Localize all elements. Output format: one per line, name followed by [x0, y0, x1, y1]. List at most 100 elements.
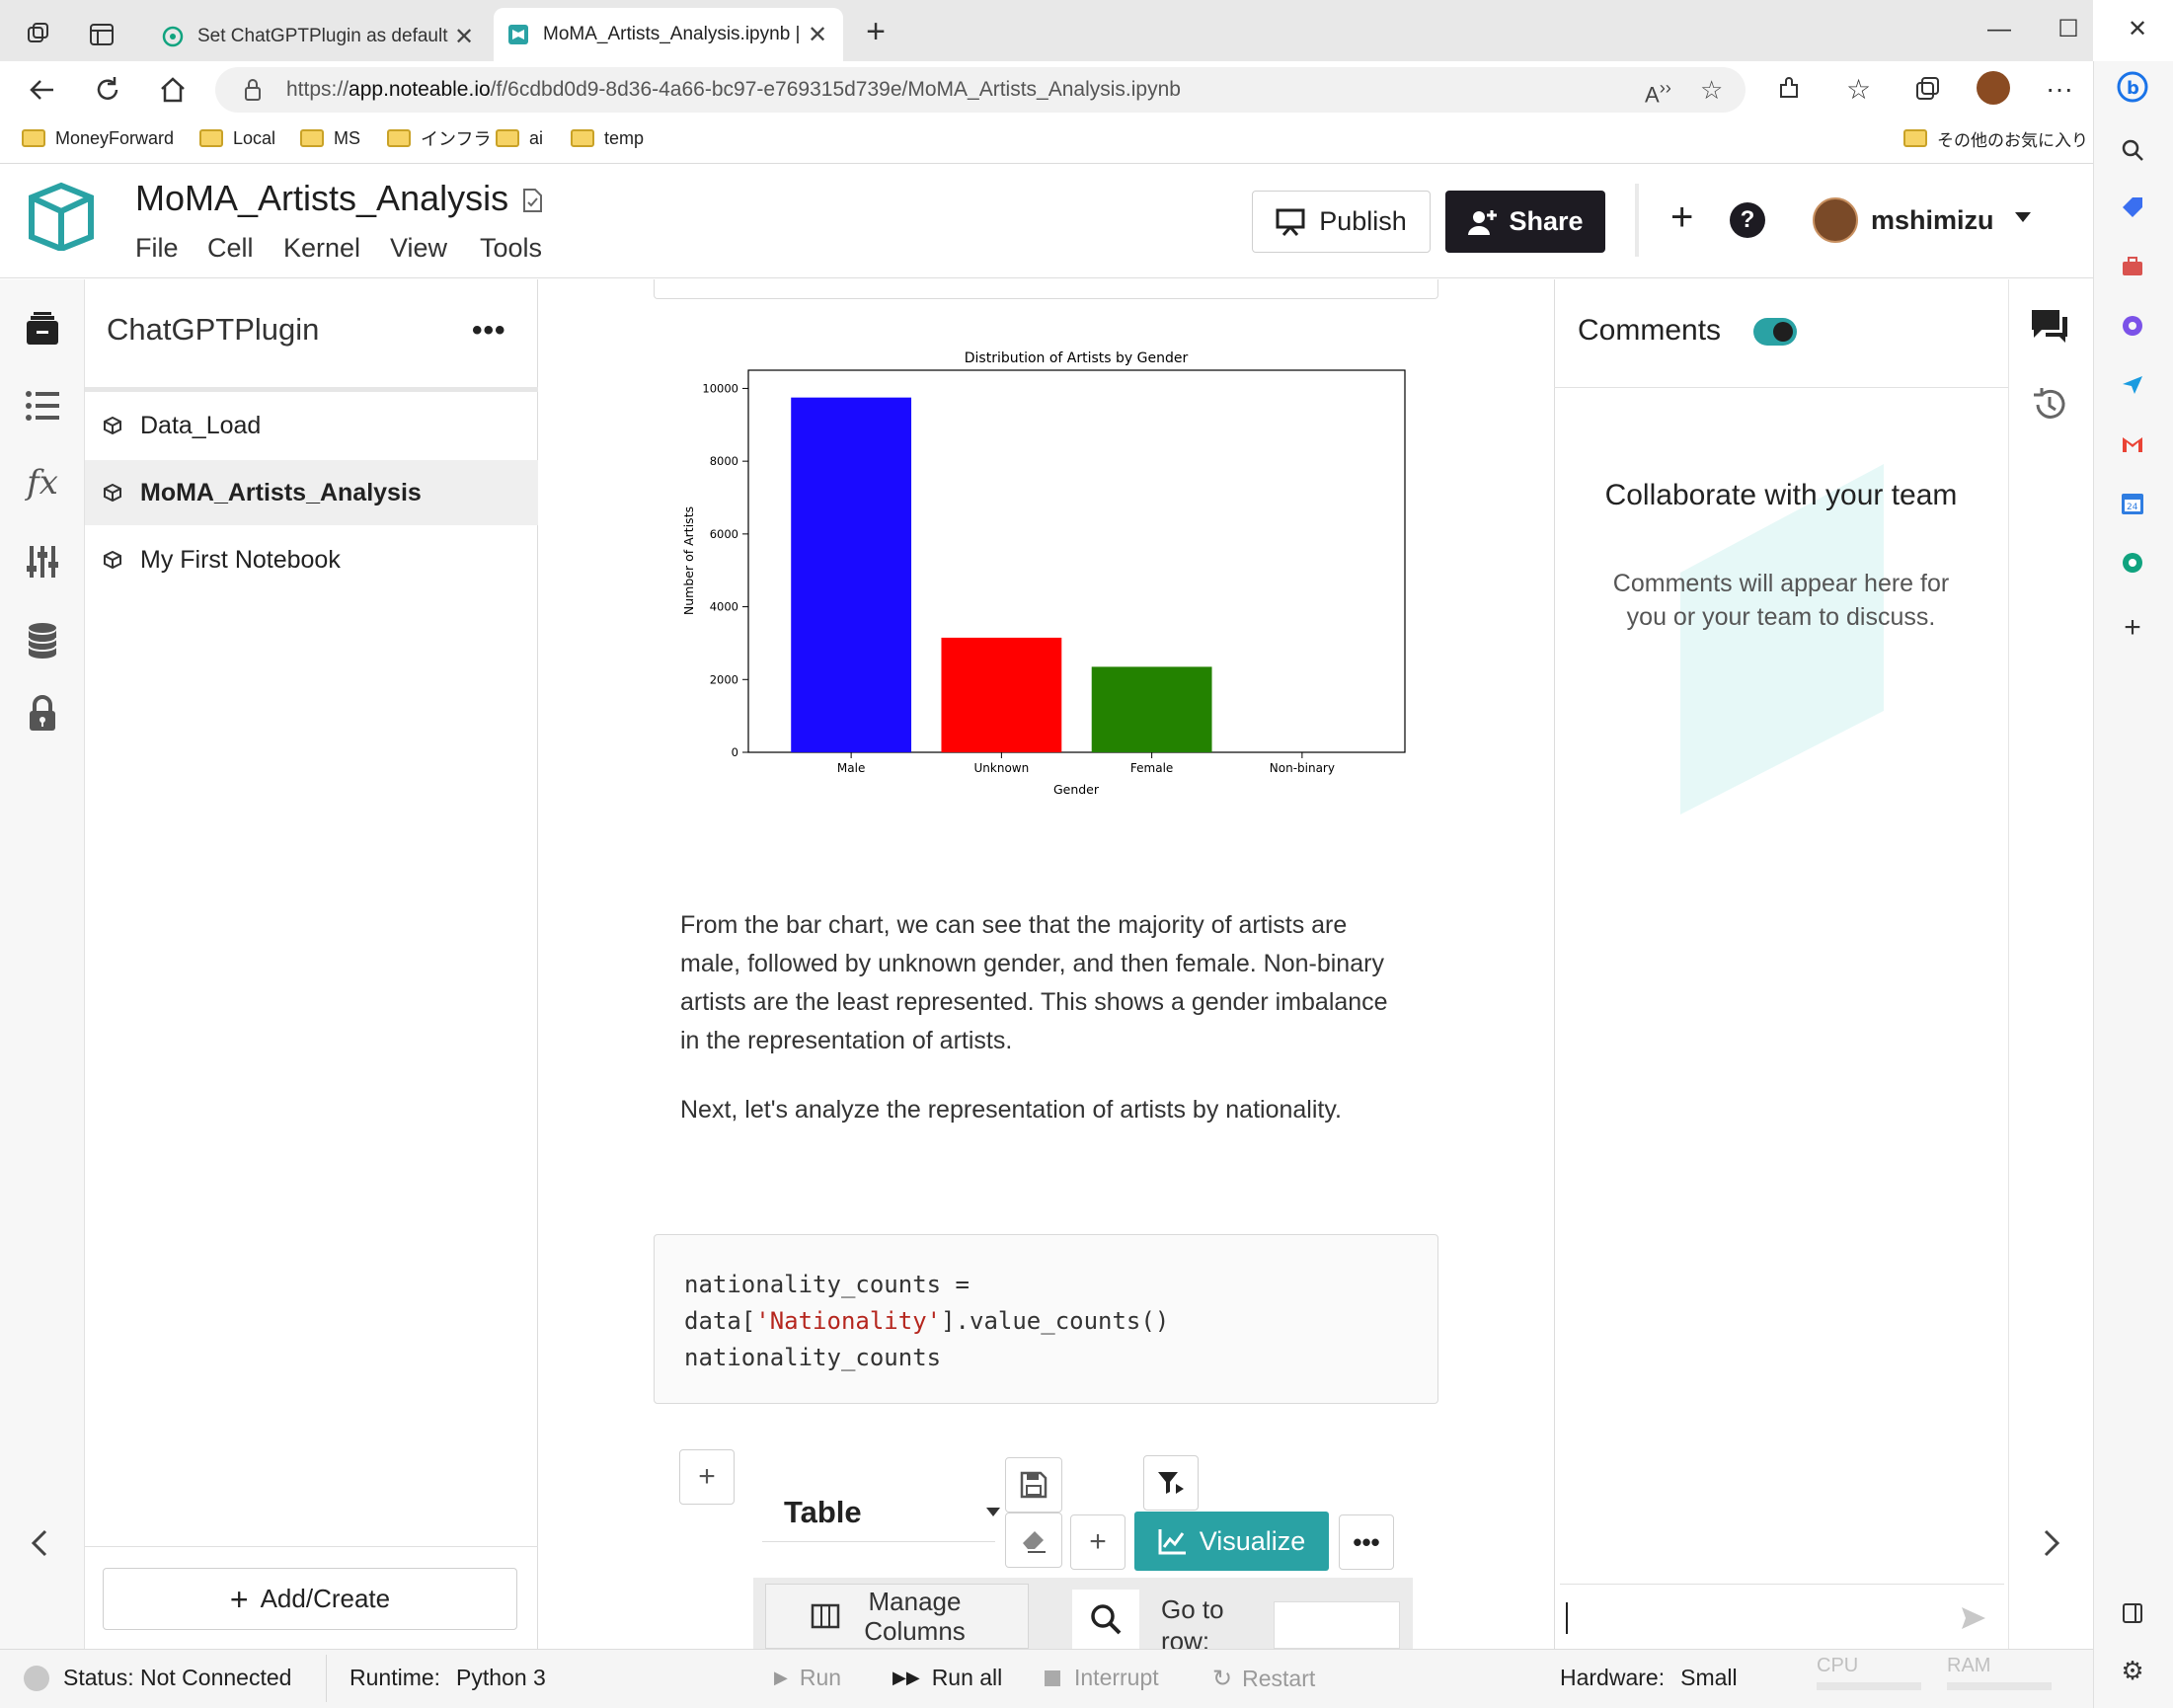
add-column-button[interactable]: + [1070, 1514, 1125, 1570]
comments-toggle[interactable] [1753, 318, 1797, 346]
other-favorites[interactable]: その他のお気に入り [1903, 122, 2088, 154]
tools-icon[interactable] [2113, 247, 2152, 286]
visualize-button[interactable]: Visualize [1134, 1512, 1329, 1571]
noteable-logo[interactable] [26, 182, 97, 251]
close-icon[interactable]: ✕ [806, 21, 829, 49]
bookmark-folder[interactable]: Local [199, 122, 275, 154]
output-mode-select[interactable]: Table [762, 1483, 1000, 1542]
add-icon[interactable]: + [2113, 608, 2152, 648]
browser-tab-chatgpt[interactable]: Set ChatGPTPlugin as default ✕ [148, 12, 490, 61]
menu-cell[interactable]: Cell [207, 233, 254, 264]
save-icon[interactable] [1005, 1457, 1062, 1513]
manage-columns-button[interactable]: Manage Columns [765, 1584, 1029, 1649]
sidebar-item-data-load[interactable]: Data_Load [85, 393, 538, 458]
eraser-icon[interactable] [1005, 1513, 1062, 1568]
window-close-icon[interactable]: ✕ [2113, 10, 2162, 49]
username[interactable]: mshimizu [1871, 205, 1994, 236]
menu-tools[interactable]: Tools [480, 233, 542, 264]
comment-input[interactable] [1560, 1584, 2004, 1649]
gmail-icon[interactable] [2113, 425, 2152, 464]
run-button[interactable]: ▶ Run [774, 1665, 841, 1691]
restart-button[interactable]: ↻ Restart [1212, 1665, 1315, 1693]
go-to-row-input[interactable] [1274, 1601, 1400, 1649]
menu-file[interactable]: File [135, 233, 179, 264]
bing-chat-icon[interactable]: b [2113, 67, 2152, 107]
filter-icon[interactable] [1143, 1455, 1199, 1511]
chatgpt-icon[interactable] [2113, 543, 2152, 582]
run-all-button[interactable]: ▶▶ Run all [892, 1665, 1002, 1691]
sidebar-item-moma-artists-analysis[interactable]: MoMA_Artists_Analysis [85, 460, 538, 525]
bookmark-folder[interactable]: MS [300, 122, 360, 154]
hardware-info[interactable]: Hardware: Small [1560, 1665, 1738, 1691]
search-icon[interactable] [2113, 130, 2152, 170]
right-rail [2008, 279, 2093, 1649]
browser-tab-notebook[interactable]: MoMA_Artists_Analysis.ipynb | N ✕ [494, 8, 843, 61]
extensions-icon[interactable] [1775, 75, 1803, 103]
hardware-value: Small [1680, 1665, 1738, 1690]
send-icon[interactable] [1961, 1606, 1986, 1630]
tab-actions-icon[interactable] [89, 22, 115, 47]
y-tick-label: 2000 [710, 672, 738, 686]
lock-icon[interactable] [243, 78, 263, 102]
add-create-button[interactable]: + Add/Create [103, 1568, 517, 1630]
chevron-down-icon[interactable] [2014, 211, 2032, 223]
secrets-lock-icon[interactable] [20, 691, 65, 737]
send-icon[interactable] [2113, 365, 2152, 405]
markdown-cell-next[interactable]: Next, let's analyze the representation o… [680, 1091, 1401, 1129]
profile-avatar[interactable] [1977, 71, 2010, 105]
maximize-icon[interactable]: ☐ [2044, 10, 2093, 49]
database-icon[interactable] [20, 618, 65, 663]
collections-icon[interactable] [1913, 75, 1941, 103]
home-icon[interactable] [158, 75, 188, 105]
office-icon[interactable] [2113, 306, 2152, 346]
add-cell-button[interactable]: + [679, 1449, 735, 1505]
notebook-title[interactable]: MoMA_Artists_Analysis [135, 178, 508, 219]
output-more-button[interactable]: ••• [1339, 1514, 1394, 1570]
share-button[interactable]: Share [1445, 191, 1605, 253]
more-icon[interactable]: ··· [2046, 73, 2073, 105]
folder-icon [387, 129, 411, 147]
search-icon[interactable] [1072, 1590, 1139, 1649]
user-avatar[interactable] [1813, 197, 1858, 243]
back-icon[interactable] [28, 75, 57, 105]
bookmark-folder[interactable]: インフラ [387, 122, 491, 154]
add-favorite-icon[interactable]: ☆ [1700, 75, 1723, 106]
favorites-icon[interactable]: ☆ [1846, 73, 1871, 106]
sidebar-item-my-first-notebook[interactable]: My First Notebook [85, 527, 538, 592]
add-icon[interactable]: + [1670, 195, 1693, 240]
variables-fx-icon[interactable]: fx [20, 460, 65, 505]
interrupt-button[interactable]: Interrupt [1045, 1665, 1159, 1691]
address-bar[interactable]: https://app.noteable.io/f/6cdbd0d9-8d36-… [215, 67, 1746, 113]
markdown-cell-summary[interactable]: From the bar chart, we can see that the … [680, 906, 1401, 1060]
runtime-info[interactable]: Runtime: Python 3 [349, 1665, 546, 1691]
code-cell[interactable]: nationality_counts = data['Nationality']… [654, 1234, 1438, 1404]
split-view-icon[interactable] [2113, 1593, 2152, 1633]
publish-button[interactable]: Publish [1252, 191, 1431, 253]
project-more-button[interactable]: ••• [472, 314, 506, 348]
menu-view[interactable]: View [390, 233, 447, 264]
bookmark-folder[interactable]: MoneyForward [22, 122, 174, 154]
refresh-icon[interactable] [93, 75, 122, 105]
settings-gear-icon[interactable]: ⚙ [2113, 1651, 2152, 1690]
new-tab-icon[interactable]: + [857, 14, 894, 51]
collapse-right-icon[interactable] [2042, 1528, 2061, 1558]
collapse-left-icon[interactable] [30, 1528, 49, 1558]
close-icon[interactable]: ✕ [452, 23, 476, 51]
menu-kernel[interactable]: Kernel [283, 233, 360, 264]
help-icon[interactable]: ? [1730, 202, 1765, 238]
parameters-icon[interactable] [20, 539, 65, 584]
cpu-meter [1817, 1682, 1921, 1690]
bookmark-folder[interactable]: ai [496, 122, 543, 154]
workspaces-icon[interactable] [26, 22, 51, 47]
shopping-tag-icon[interactable] [2113, 188, 2152, 227]
minimize-icon[interactable]: — [1975, 10, 2024, 49]
table-of-contents-icon[interactable] [20, 383, 65, 428]
project-files-icon[interactable] [20, 306, 65, 351]
bookmark-folder[interactable]: temp [571, 122, 644, 154]
calendar-icon[interactable]: 24 [2113, 484, 2152, 523]
comments-icon[interactable] [2030, 308, 2069, 346]
history-icon[interactable] [2030, 385, 2069, 425]
bookmark-label: temp [604, 127, 645, 148]
read-aloud-icon[interactable]: A›› [1645, 77, 1671, 108]
svg-text:b: b [2127, 78, 2139, 99]
